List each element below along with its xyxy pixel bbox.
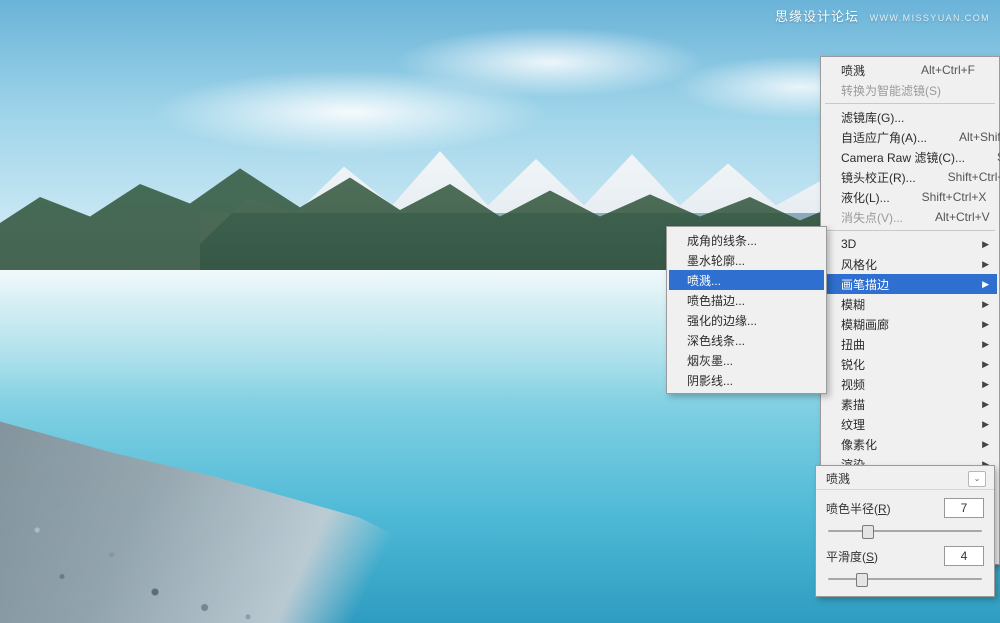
menu-item[interactable]: 纹理 ▶	[823, 414, 997, 434]
watermark-url: WWW.MISSYUAN.COM	[870, 13, 990, 23]
menu-item[interactable]: 素描 ▶	[823, 394, 997, 414]
slider-track	[828, 578, 982, 580]
submenu-item-label: 成角的线条...	[687, 232, 802, 249]
menu-item-label: 画笔描边	[841, 276, 975, 293]
menu-item-label: 模糊	[841, 296, 975, 313]
menu-item[interactable]: 自适应广角(A)... Alt+Shift+Ctrl+A	[823, 127, 997, 147]
param-label: 平滑度(S)	[826, 548, 944, 565]
menu-item-shortcut: Alt+Shift+Ctrl+A	[959, 130, 1000, 144]
submenu-item-label: 墨水轮廓...	[687, 252, 802, 269]
menu-item-label: 风格化	[841, 256, 975, 273]
submenu-arrow-icon: ▶	[982, 239, 989, 250]
param-value-input[interactable]: 4	[944, 546, 984, 566]
menu-item[interactable]: 像素化 ▶	[823, 434, 997, 454]
menu-item-label: 滤镜库(G)...	[841, 109, 975, 126]
submenu-item[interactable]: 喷溅...	[669, 270, 824, 290]
menu-item[interactable]: 画笔描边 ▶	[823, 274, 997, 294]
menu-item-label: 模糊画廊	[841, 316, 975, 333]
submenu-item[interactable]: 深色线条...	[669, 330, 824, 350]
submenu-arrow-icon: ▶	[982, 419, 989, 430]
menu-item-label: 扭曲	[841, 336, 975, 353]
menu-item-label: 镜头校正(R)...	[841, 169, 916, 186]
brush-strokes-submenu[interactable]: 成角的线条... 墨水轮廓... 喷溅... 喷色描边... 强化的边缘... 深色线条.…	[666, 226, 827, 394]
param-row: 平滑度(S)4	[816, 538, 994, 566]
submenu-arrow-icon: ▶	[982, 279, 989, 290]
menu-item-label: 消失点(V)...	[841, 209, 903, 226]
menu-item-label: 素描	[841, 396, 975, 413]
menu-item-label: 液化(L)...	[841, 189, 890, 206]
panel-title-row: 喷溅 ⌄	[816, 466, 994, 490]
menu-item[interactable]: 3D ▶	[823, 234, 997, 254]
menu-item[interactable]: 风格化 ▶	[823, 254, 997, 274]
submenu-item[interactable]: 成角的线条...	[669, 230, 824, 250]
menu-item-label: 喷溅	[841, 62, 889, 79]
menu-item-label: Camera Raw 滤镜(C)...	[841, 149, 965, 166]
menu-item-label: 转换为智能滤镜(S)	[841, 82, 975, 99]
submenu-arrow-icon: ▶	[982, 259, 989, 270]
menu-item-shortcut: Alt+Ctrl+F	[921, 63, 975, 77]
submenu-item-label: 强化的边缘...	[687, 312, 802, 329]
submenu-item-label: 烟灰墨...	[687, 352, 802, 369]
menu-item-label: 自适应广角(A)...	[841, 129, 927, 146]
menu-separator	[825, 230, 995, 231]
watermark: 思缘设计论坛 WWW.MISSYUAN.COM	[775, 6, 990, 25]
submenu-arrow-icon: ▶	[982, 399, 989, 410]
param-slider[interactable]	[828, 572, 982, 586]
submenu-item[interactable]: 阴影线...	[669, 370, 824, 390]
submenu-item-label: 深色线条...	[687, 332, 802, 349]
submenu-arrow-icon: ▶	[982, 319, 989, 330]
watermark-text: 思缘设计论坛	[775, 9, 859, 24]
menu-item-shortcut: Alt+Ctrl+V	[935, 210, 990, 224]
slider-thumb[interactable]	[856, 573, 868, 587]
param-slider[interactable]	[828, 524, 982, 538]
menu-item[interactable]: 扭曲 ▶	[823, 334, 997, 354]
menu-item[interactable]: Camera Raw 滤镜(C)...Shift+Ctrl+A	[823, 147, 997, 167]
menu-separator	[825, 103, 995, 104]
submenu-item-label: 喷色描边...	[687, 292, 802, 309]
submenu-item[interactable]: 墨水轮廓...	[669, 250, 824, 270]
menu-item[interactable]: 滤镜库(G)...	[823, 107, 997, 127]
menu-item-label: 视频	[841, 376, 975, 393]
menu-item[interactable]: 模糊 ▶	[823, 294, 997, 314]
menu-item-label: 锐化	[841, 356, 975, 373]
menu-item[interactable]: 镜头校正(R)... Shift+Ctrl+R	[823, 167, 997, 187]
param-label: 喷色半径(R)	[826, 500, 944, 517]
panel-dropdown-button[interactable]: ⌄	[968, 471, 986, 487]
submenu-item-label: 喷溅...	[687, 272, 802, 289]
submenu-item-label: 阴影线...	[687, 372, 802, 389]
submenu-item[interactable]: 烟灰墨...	[669, 350, 824, 370]
menu-item-shortcut: Shift+Ctrl+X	[922, 190, 987, 204]
submenu-arrow-icon: ▶	[982, 339, 989, 350]
submenu-item[interactable]: 强化的边缘...	[669, 310, 824, 330]
menu-item[interactable]: 液化(L)... Shift+Ctrl+X	[823, 187, 997, 207]
panel-title: 喷溅	[826, 470, 850, 487]
menu-item[interactable]: 喷溅 Alt+Ctrl+F	[823, 60, 997, 80]
menu-item[interactable]: 锐化 ▶	[823, 354, 997, 374]
menu-item-label: 纹理	[841, 416, 975, 433]
param-value-input[interactable]: 7	[944, 498, 984, 518]
slider-track	[828, 530, 982, 532]
submenu-arrow-icon: ▶	[982, 439, 989, 450]
spatter-properties-panel[interactable]: 喷溅 ⌄ 喷色半径(R)7 平滑度(S)4	[815, 465, 995, 597]
submenu-arrow-icon: ▶	[982, 379, 989, 390]
menu-item-shortcut: Shift+Ctrl+R	[948, 170, 1000, 184]
submenu-arrow-icon: ▶	[982, 299, 989, 310]
menu-item: 转换为智能滤镜(S)	[823, 80, 997, 100]
submenu-arrow-icon: ▶	[982, 359, 989, 370]
menu-item-label: 像素化	[841, 436, 975, 453]
menu-item: 消失点(V)... Alt+Ctrl+V	[823, 207, 997, 227]
menu-item-label: 3D	[841, 237, 975, 251]
submenu-item[interactable]: 喷色描边...	[669, 290, 824, 310]
menu-item[interactable]: 模糊画廊 ▶	[823, 314, 997, 334]
param-row: 喷色半径(R)7	[816, 490, 994, 518]
menu-item[interactable]: 视频 ▶	[823, 374, 997, 394]
slider-thumb[interactable]	[862, 525, 874, 539]
